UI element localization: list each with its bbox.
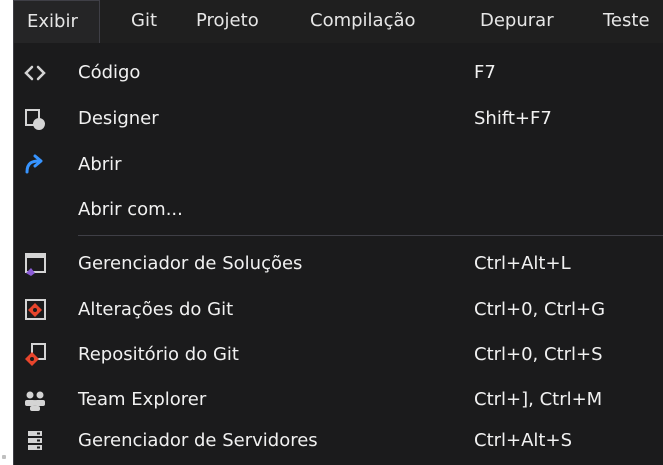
menu-item-gerenciador-servidores[interactable]: Gerenciador de Servidores Ctrl+Alt+S (14, 418, 663, 463)
menu-teste[interactable]: Teste (603, 0, 650, 43)
git-repository-icon (22, 342, 48, 368)
menu-depurar[interactable]: Depurar (480, 0, 554, 43)
menu-item-team-explorer[interactable]: Team Explorer Ctrl+], Ctrl+M (14, 377, 663, 422)
menu-item-label: Team Explorer (78, 389, 207, 410)
menu-item-label: Código (78, 62, 141, 83)
menu-separator (78, 235, 663, 236)
menu-git[interactable]: Git (131, 0, 157, 43)
menu-item-label: Abrir com... (78, 199, 183, 220)
menu-item-gerenciador-solucoes[interactable]: Gerenciador de Soluções Ctrl+Alt+L (14, 241, 663, 286)
menu-item-label: Designer (78, 108, 159, 129)
menu-compilacao[interactable]: Compilação (310, 0, 416, 43)
menu-projeto[interactable]: Projeto (196, 0, 259, 43)
server-explorer-icon (22, 428, 48, 454)
menu-item-label: Alterações do Git (78, 299, 234, 320)
menu-item-shortcut: Shift+F7 (474, 108, 552, 129)
menu-bar: Exibir Git Projeto Compilação Depurar Te… (13, 0, 663, 44)
menu-item-shortcut: Ctrl+Alt+S (474, 430, 572, 451)
menu-item-abrir-com[interactable]: Abrir com... (14, 187, 663, 232)
menu-exibir[interactable]: Exibir (13, 0, 100, 43)
menu-item-repositorio-git[interactable]: Repositório do Git Ctrl+0, Ctrl+S (14, 332, 663, 377)
stray-dot (2, 455, 6, 459)
designer-icon (22, 106, 48, 132)
menu-item-codigo[interactable]: Código F7 (14, 50, 663, 95)
code-icon (22, 60, 48, 86)
menu-item-alteracoes-git[interactable]: Alterações do Git Ctrl+0, Ctrl+G (14, 287, 663, 332)
menu-item-shortcut: Ctrl+Alt+L (474, 253, 571, 274)
exibir-dropdown-menu: Código F7 Designer Shift+F7 Abrir Abrir … (13, 43, 663, 465)
menu-item-shortcut: Ctrl+0, Ctrl+G (474, 299, 606, 320)
menu-item-shortcut: Ctrl+0, Ctrl+S (474, 344, 603, 365)
menu-item-shortcut: Ctrl+], Ctrl+M (474, 389, 603, 410)
menu-item-label: Abrir (78, 154, 122, 175)
team-explorer-icon (22, 387, 48, 413)
menu-item-label: Gerenciador de Soluções (78, 253, 303, 274)
git-changes-icon (22, 297, 48, 323)
menu-item-label: Repositório do Git (78, 344, 239, 365)
open-arrow-icon (22, 152, 48, 178)
menu-item-label: Gerenciador de Servidores (78, 430, 318, 451)
ide-window: Exibir Git Projeto Compilação Depurar Te… (13, 0, 663, 465)
menu-item-abrir[interactable]: Abrir (14, 142, 663, 187)
menu-item-shortcut: F7 (474, 62, 496, 83)
menu-item-designer[interactable]: Designer Shift+F7 (14, 96, 663, 141)
solution-explorer-icon (22, 251, 48, 277)
